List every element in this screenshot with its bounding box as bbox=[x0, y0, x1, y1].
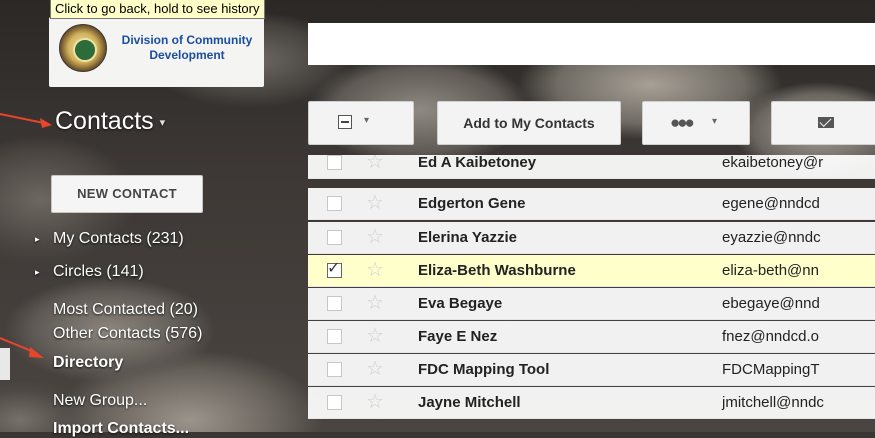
contact-name[interactable]: Elerina Yazzie bbox=[418, 229, 517, 246]
table-row[interactable]: ☆ Faye E Nez fnez@nndcd.o bbox=[308, 321, 875, 353]
star-icon[interactable]: ☆ bbox=[366, 292, 384, 314]
contact-email[interactable]: fnez@nndcd.o bbox=[722, 328, 819, 345]
sidebar-item-my-contacts[interactable]: ▸ My Contacts (231) bbox=[35, 230, 184, 248]
org-name-line1: Division of Community bbox=[121, 33, 253, 47]
select-all-dropdown[interactable]: ▾ bbox=[308, 101, 414, 145]
table-row[interactable]: ☆ FDC Mapping Tool FDCMappingT bbox=[308, 354, 875, 386]
org-name-line2: Development bbox=[149, 48, 225, 62]
contacts-list: ☆ Ed A Kaibetoney ekaibetoney@r ☆ Edgert… bbox=[308, 155, 875, 432]
people-icon: ●●● bbox=[670, 113, 695, 132]
envelope-icon bbox=[818, 117, 834, 128]
sidebar-item-import-contacts[interactable]: Import Contacts... bbox=[53, 420, 189, 438]
table-row[interactable]: ☆ Jayne Mitchell jmitchell@nndc bbox=[308, 387, 875, 419]
contact-name[interactable]: Ed A Kaibetoney bbox=[418, 155, 536, 171]
star-icon[interactable]: ☆ bbox=[366, 358, 384, 380]
row-checkbox[interactable] bbox=[327, 196, 342, 211]
contact-name[interactable]: FDC Mapping Tool bbox=[418, 361, 549, 378]
contact-email[interactable]: eliza-beth@nn bbox=[722, 262, 819, 279]
sidebar-edge-tab bbox=[0, 348, 10, 380]
seal-icon bbox=[59, 24, 107, 72]
row-checkbox[interactable] bbox=[327, 395, 342, 410]
contact-email[interactable]: ebegaye@nnd bbox=[722, 295, 820, 312]
row-checkbox[interactable] bbox=[327, 155, 342, 170]
org-name: Division of Community Development bbox=[117, 33, 257, 63]
contact-email[interactable]: ekaibetoney@r bbox=[722, 155, 823, 171]
row-checkbox[interactable] bbox=[327, 230, 342, 245]
sidebar-item-directory[interactable]: Directory bbox=[53, 354, 123, 372]
contact-email[interactable]: egene@nndcd bbox=[722, 195, 820, 212]
star-icon[interactable]: ☆ bbox=[366, 325, 384, 347]
row-checkbox[interactable] bbox=[327, 329, 342, 344]
table-row[interactable]: ☆ Ed A Kaibetoney ekaibetoney@r bbox=[308, 155, 875, 179]
contact-name[interactable]: Eva Begaye bbox=[418, 295, 502, 312]
new-contact-button[interactable]: NEW CONTACT bbox=[51, 175, 203, 213]
chevron-down-icon: ▾ bbox=[364, 115, 370, 126]
sidebar-item-label: My Contacts (231) bbox=[53, 230, 184, 247]
star-icon[interactable]: ☆ bbox=[366, 391, 384, 413]
sidebar-item-most-contacted[interactable]: Most Contacted (20) bbox=[53, 301, 198, 319]
contact-email[interactable]: jmitchell@nndc bbox=[722, 394, 824, 411]
star-icon[interactable]: ☆ bbox=[366, 155, 384, 173]
contact-email[interactable]: FDCMappingT bbox=[722, 361, 820, 378]
groups-dropdown[interactable]: ●●● ▾ bbox=[642, 101, 750, 145]
email-button[interactable] bbox=[771, 101, 875, 145]
back-button-tooltip: Click to go back, hold to see history bbox=[50, 0, 265, 19]
contact-email[interactable]: eyazzie@nndc bbox=[722, 229, 821, 246]
search-bar-area[interactable] bbox=[308, 17, 875, 65]
row-checkbox[interactable] bbox=[327, 362, 342, 377]
table-row[interactable]: ☆ Eva Begaye ebegaye@nnd bbox=[308, 288, 875, 320]
toolbar: ▾ Add to My Contacts ●●● ▾ bbox=[0, 101, 875, 145]
table-row[interactable]: ☆ Elerina Yazzie eyazzie@nndc bbox=[308, 222, 875, 254]
contact-name[interactable]: Jayne Mitchell bbox=[418, 394, 521, 411]
expand-triangle-icon[interactable]: ▸ bbox=[35, 267, 40, 278]
sidebar-item-label: Circles (141) bbox=[53, 263, 144, 280]
select-checkbox-icon[interactable] bbox=[338, 115, 352, 129]
table-row-selected[interactable]: ✓ ☆ Eliza-Beth Washburne eliza-beth@nn bbox=[308, 255, 875, 287]
row-checkbox[interactable] bbox=[327, 296, 342, 311]
chevron-down-icon: ▾ bbox=[712, 116, 718, 127]
sidebar-item-new-group[interactable]: New Group... bbox=[53, 392, 147, 410]
star-icon[interactable]: ☆ bbox=[366, 259, 384, 281]
contact-name[interactable]: Edgerton Gene bbox=[418, 195, 526, 212]
star-icon[interactable]: ☆ bbox=[366, 226, 384, 248]
contact-name[interactable]: Faye E Nez bbox=[418, 328, 497, 345]
contact-name[interactable]: Eliza-Beth Washburne bbox=[418, 262, 576, 279]
sidebar-item-circles[interactable]: ▸ Circles (141) bbox=[35, 263, 144, 281]
row-checkbox[interactable]: ✓ bbox=[327, 260, 342, 278]
table-row[interactable]: ☆ Edgerton Gene egene@nndcd bbox=[308, 188, 875, 220]
sidebar-item-other-contacts[interactable]: Other Contacts (576) bbox=[53, 325, 202, 343]
org-logo[interactable]: Division of Community Development bbox=[49, 17, 264, 87]
checkmark-icon: ✓ bbox=[327, 260, 341, 277]
expand-triangle-icon[interactable]: ▸ bbox=[35, 234, 40, 245]
star-icon[interactable]: ☆ bbox=[366, 192, 384, 214]
add-to-my-contacts-button[interactable]: Add to My Contacts bbox=[437, 101, 621, 145]
